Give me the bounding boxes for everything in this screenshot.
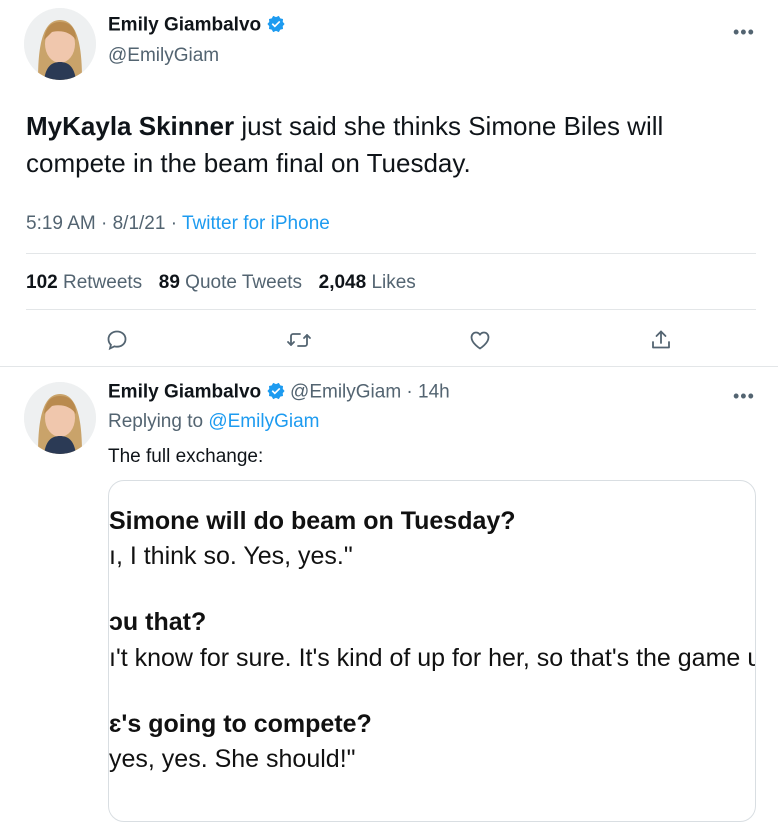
retweet-icon[interactable] [281,322,317,358]
meta-separator: · [101,213,113,234]
tweet-text-line1: just said she thinks Simone Biles will [234,111,664,141]
more-options-icon[interactable]: ••• [733,386,755,407]
author-name[interactable]: Emily Giambalvo [108,15,261,36]
tweet-meta: 5:19 AM · 8/1/21 · Twitter for iPhone [26,213,330,235]
reply-author-avatar[interactable] [24,382,96,454]
image-answer-2: ı't know for sure. It's kind of up for h… [109,644,756,672]
replying-prefix: Replying to [108,411,209,432]
tweet-stats: 102 Retweets 89 Quote Tweets 2,048 Likes [26,272,416,294]
more-options-icon[interactable]: ••• [733,22,755,43]
author-handle[interactable]: @EmilyGiam [108,45,219,67]
reply-age[interactable]: 14h [418,382,450,403]
replying-to: Replying to @EmilyGiam [108,411,319,433]
retweets-count: 102 [26,272,58,293]
mention-name[interactable]: MyKayla Skinner [26,111,234,141]
like-icon[interactable] [462,322,498,358]
likes-label: Likes [371,272,416,293]
divider [26,253,756,254]
meta-separator: · [401,381,419,403]
author-avatar[interactable] [24,8,96,80]
quotes-count: 89 [158,272,180,293]
quotes-stat[interactable]: 89 Quote Tweets [159,272,302,293]
tweet-source[interactable]: Twitter for iPhone [182,213,330,234]
verified-badge-icon [266,381,286,406]
reply-header: Emily Giambalvo @EmilyGiam · 14h [108,381,450,406]
tweet-author[interactable]: Emily Giambalvo [108,14,286,39]
image-answer-1: ı, I think so. Yes, yes." [109,542,353,570]
avatar-photo [24,8,96,80]
tweet-text-line2: compete in the beam final on Tuesday. [26,148,471,178]
tweet-text: MyKayla Skinner just said she thinks Sim… [26,108,746,182]
share-icon[interactable] [643,322,679,358]
image-question-1: Simone will do beam on Tuesday? [109,507,516,535]
tweet-time[interactable]: 5:19 AM [26,213,96,234]
reply-author-handle[interactable]: @EmilyGiam [290,382,401,403]
attached-image[interactable]: Simone will do beam on Tuesday? ı, I thi… [108,480,756,822]
verified-badge-icon [266,14,286,39]
reply-author-name[interactable]: Emily Giambalvo [108,382,261,403]
image-question-3: ɛ's going to compete? [109,710,372,738]
image-question-2: ɔu that? [109,608,207,636]
reply-icon[interactable] [99,322,135,358]
divider [26,309,756,310]
quotes-label: Quote Tweets [185,272,303,293]
likes-count: 2,048 [318,272,367,293]
reply-text: The full exchange: [108,446,264,467]
replying-handle[interactable]: @EmilyGiam [208,411,319,432]
retweets-stat[interactable]: 102 Retweets [26,272,142,293]
tweet-date[interactable]: 8/1/21 [113,213,166,234]
image-answer-3: yes, yes. She should!" [109,745,356,773]
retweets-label: Retweets [62,272,143,293]
likes-stat[interactable]: 2,048 Likes [319,272,416,293]
thread-divider [0,366,778,367]
avatar-photo [24,382,96,454]
meta-separator: · [170,213,182,234]
